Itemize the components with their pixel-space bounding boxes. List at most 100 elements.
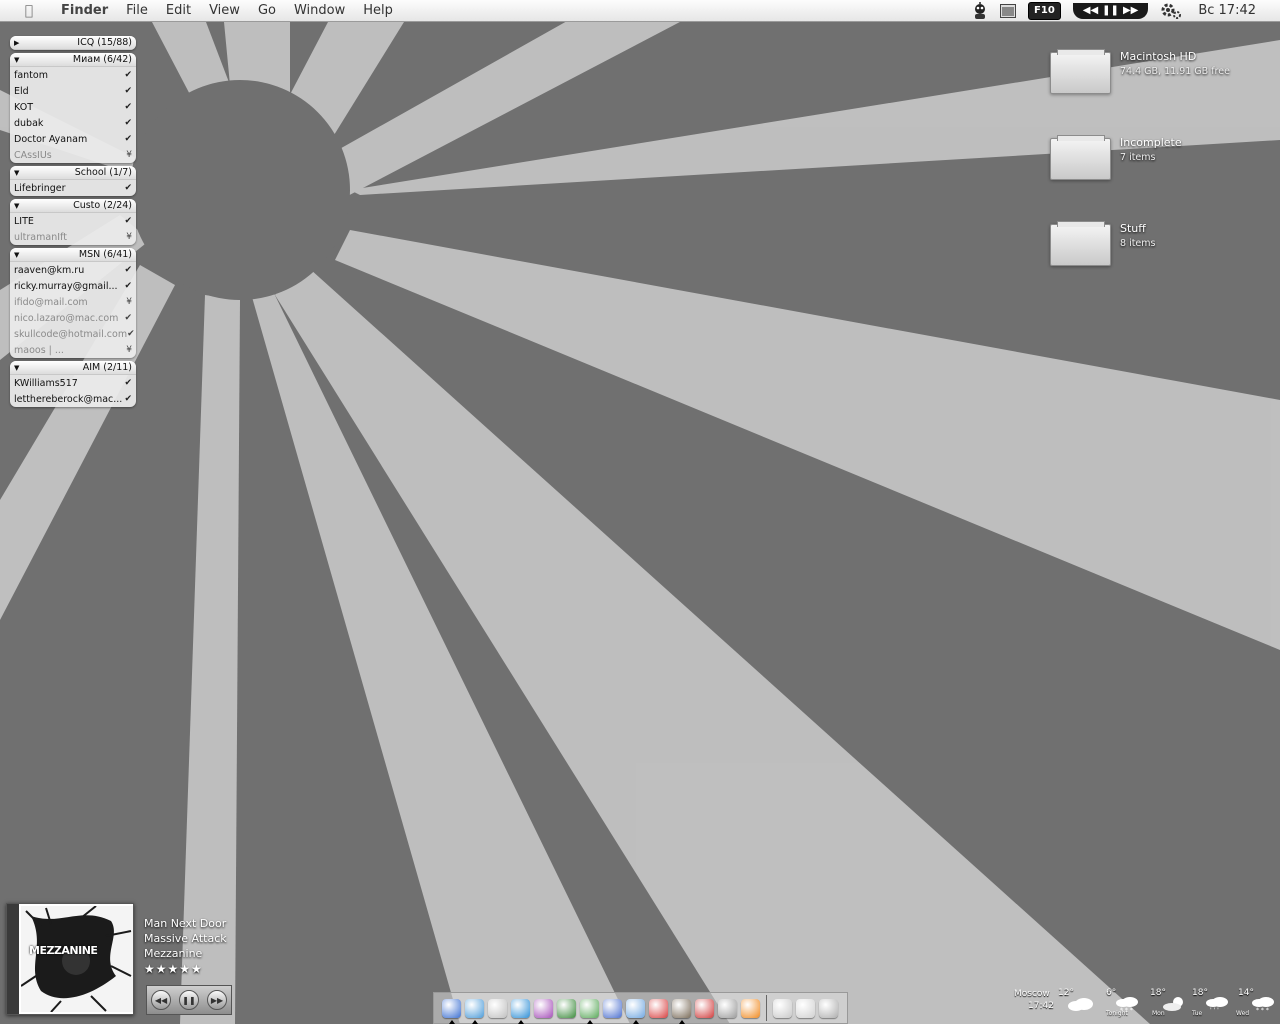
group-header[interactable]: ▼ Custo (2/24) [10, 199, 136, 213]
group-header[interactable]: ▼ MSN (6/41) [10, 248, 136, 262]
group-header[interactable]: ▼ AIM (2/11) [10, 361, 136, 375]
drive-name: Incomplete [1120, 136, 1182, 149]
album-art-title: MEZZANINE [29, 944, 98, 957]
disclosure-triangle-icon[interactable]: ▼ [14, 202, 19, 210]
desktop-item-stuff[interactable]: Stuff 8 items [1050, 220, 1280, 266]
disclosure-triangle-icon[interactable]: ▶ [14, 39, 19, 47]
disclosure-triangle-icon[interactable]: ▼ [14, 169, 19, 177]
contact-name: Doctor Ayanam [14, 133, 88, 145]
menu-view[interactable]: View [200, 0, 249, 22]
menu-go[interactable]: Go [249, 0, 285, 22]
group-title: Custo (2/24) [73, 200, 132, 211]
contact-row[interactable]: fantom ✔ [10, 67, 136, 83]
contact-row[interactable]: ultramanIft ¥ [10, 229, 136, 245]
away-icon: ¥ [126, 345, 132, 355]
robot-icon[interactable] [972, 1, 988, 20]
forecast-day: 14° * * * Wed [1236, 988, 1280, 1020]
menu-window[interactable]: Window [285, 0, 354, 22]
contact-row[interactable]: LITE ✔ [10, 213, 136, 229]
contact-row[interactable]: maoos | ... ¥ [10, 342, 136, 358]
hard-drive-icon[interactable] [1050, 49, 1111, 94]
hard-drive-icon[interactable] [1050, 221, 1111, 266]
minimized-window-2-icon[interactable] [796, 998, 815, 1018]
vlc-icon[interactable] [741, 998, 760, 1018]
contact-row[interactable]: raaven@km.ru ✔ [10, 262, 136, 278]
rewind-icon[interactable]: ◀◀ [1083, 5, 1098, 16]
disclosure-triangle-icon[interactable]: ▼ [14, 56, 19, 64]
away-icon: ¥ [126, 297, 132, 307]
contact-row[interactable]: Doctor Ayanam ✔ [10, 131, 136, 147]
checkmark-icon: ✔ [124, 378, 132, 388]
checkmark-icon: ✔ [124, 70, 132, 80]
contact-row[interactable]: KWilliams517 ✔ [10, 375, 136, 391]
safari-icon[interactable] [465, 998, 484, 1024]
orb-icon[interactable] [534, 998, 553, 1018]
red-app-icon[interactable] [649, 998, 668, 1018]
fast-forward-icon[interactable]: ▶▶ [1123, 5, 1138, 16]
desktop-item-macintosh-hd[interactable]: Macintosh HD 74.4 GB, 11.91 GB free [1050, 48, 1280, 94]
contact-row[interactable]: CAssIUs ¥ [10, 147, 136, 163]
disk-utility-icon[interactable] [718, 998, 737, 1018]
track-album: Mezzanine [144, 947, 203, 960]
itunes-icon[interactable] [580, 998, 599, 1024]
pause-icon[interactable]: ❚❚ [1102, 5, 1119, 16]
contact-row[interactable]: letthereberock@mac... ✔ [10, 391, 136, 407]
snow-cloud-icon: * * * [1252, 997, 1274, 1012]
checkmark-icon: ✔ [124, 216, 132, 226]
preview-icon[interactable] [626, 998, 645, 1024]
contact-row[interactable]: KOT ✔ [10, 99, 136, 115]
disclosure-triangle-icon[interactable]: ▼ [14, 251, 19, 259]
contact-row[interactable]: ricky.murray@gmail... ✔ [10, 278, 136, 294]
contact-name: ultramanIft [14, 231, 67, 243]
menubar-clock[interactable]: Вс 17:42 [1198, 3, 1256, 18]
contact-name: ifido@mail.com [14, 296, 88, 308]
trash-icon[interactable] [819, 998, 838, 1018]
contact-row[interactable]: dubak ✔ [10, 115, 136, 131]
drive-name: Macintosh HD [1120, 50, 1197, 63]
contact-row[interactable]: skullcode@hotmail.com ✔ [10, 326, 136, 342]
group-header[interactable]: ▶ ICQ (15/88) [10, 36, 136, 50]
pen-icon[interactable] [603, 998, 622, 1018]
rocket-icon[interactable] [442, 998, 461, 1024]
calendar-icon[interactable] [695, 998, 714, 1018]
group-school: ▼ School (1/7) Lifebringer ✔ [10, 166, 136, 196]
photo-icon[interactable] [672, 998, 691, 1024]
menu-edit[interactable]: Edit [157, 0, 200, 22]
menu-file[interactable]: File [117, 0, 157, 22]
rewind-icon[interactable]: ◀◀ [151, 990, 171, 1010]
mail-icon[interactable] [488, 998, 507, 1018]
checkmark-icon: ✔ [124, 134, 132, 144]
cloud-icon [1068, 998, 1093, 1011]
menu-help[interactable]: Help [354, 0, 402, 22]
gear-icon[interactable] [1160, 2, 1182, 20]
album-art[interactable]: MEZZANINE [6, 903, 134, 1015]
track-rating[interactable]: ★★★★★ [144, 962, 203, 976]
contact-row[interactable]: Lifebringer ✔ [10, 180, 136, 196]
hard-drive-icon[interactable] [1050, 135, 1111, 180]
contact-name: fantom [14, 69, 48, 81]
contact-name: CAssIUs [14, 149, 52, 161]
contact-name: Lifebringer [14, 182, 66, 194]
weather-widget[interactable]: Moscow 17:42 12° 6° * * * Tonight 18° Mo… [1010, 986, 1278, 1022]
group-header[interactable]: ▼ School (1/7) [10, 166, 136, 180]
window-icon[interactable] [1000, 2, 1017, 20]
apple-icon[interactable]:  [18, 3, 40, 19]
disclosure-triangle-icon[interactable]: ▼ [14, 364, 19, 372]
tree-icon[interactable] [557, 998, 576, 1018]
f10-button[interactable]: F10 [1028, 1, 1061, 20]
contact-row[interactable]: Eld ✔ [10, 83, 136, 99]
group-header[interactable]: ▼ Миам (6/42) [10, 53, 136, 67]
fast-forward-icon[interactable]: ▶▶ [207, 990, 227, 1010]
group-custo: ▼ Custo (2/24) LITE ✔ ultramanIft ¥ [10, 199, 136, 245]
menu-finder[interactable]: Finder [52, 0, 117, 22]
contact-row[interactable]: ifido@mail.com ¥ [10, 294, 136, 310]
drive-info: 7 items [1120, 152, 1156, 163]
desktop-item-incomplete[interactable]: Incomplete 7 items [1050, 134, 1280, 180]
pause-icon[interactable]: ❚❚ [179, 990, 199, 1010]
minimized-window-icon[interactable] [773, 998, 792, 1018]
adium-icon[interactable] [511, 998, 530, 1024]
contact-row[interactable]: nico.lazaro@mac.com ✔ [10, 310, 136, 326]
forecast-day-label: Tonight [1106, 1010, 1128, 1017]
group-icq: ▶ ICQ (15/88) [10, 36, 136, 50]
forecast-day: 6° * * * Tonight [1102, 988, 1152, 1020]
